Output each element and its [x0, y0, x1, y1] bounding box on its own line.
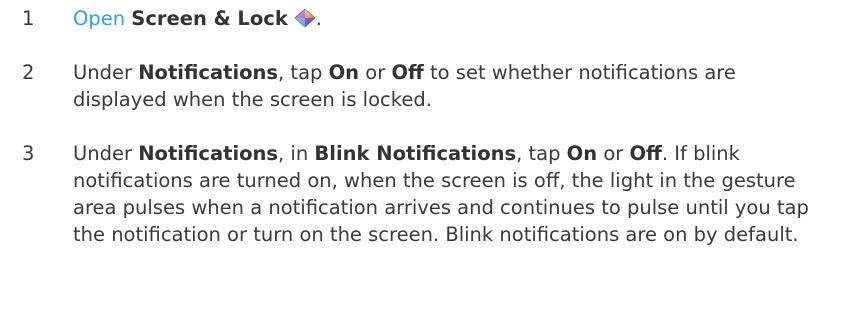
step-text: Open Screen & Lock . — [73, 5, 835, 32]
word-or: or — [603, 142, 624, 165]
option-off: Off — [391, 61, 424, 84]
subsection-blink-notifications: Blink Notifications — [314, 142, 517, 165]
screen-lock-app-icon — [294, 8, 316, 28]
step-number: 2 — [22, 61, 35, 84]
word-or: or — [365, 61, 386, 84]
option-on: On — [566, 142, 598, 165]
step-number: 3 — [22, 142, 35, 165]
step-text: Under Notifications, in Blink Notificati… — [73, 140, 835, 248]
step-period: . — [315, 7, 322, 30]
option-on: On — [328, 61, 360, 84]
text-comma-in: , in — [278, 142, 309, 165]
step-number: 1 — [22, 7, 35, 30]
section-notifications: Notifications — [138, 142, 279, 165]
text-comma-tap: , tap — [278, 61, 323, 84]
step-text: Under Notifications, tap On or Off to se… — [73, 59, 835, 113]
word-under: Under — [73, 61, 133, 84]
app-name: Screen & Lock — [131, 7, 288, 30]
word-under: Under — [73, 142, 133, 165]
text-comma-tap: , tap — [516, 142, 561, 165]
section-notifications: Notifications — [138, 61, 279, 84]
open-link[interactable]: Open — [73, 7, 125, 30]
option-off: Off — [629, 142, 662, 165]
